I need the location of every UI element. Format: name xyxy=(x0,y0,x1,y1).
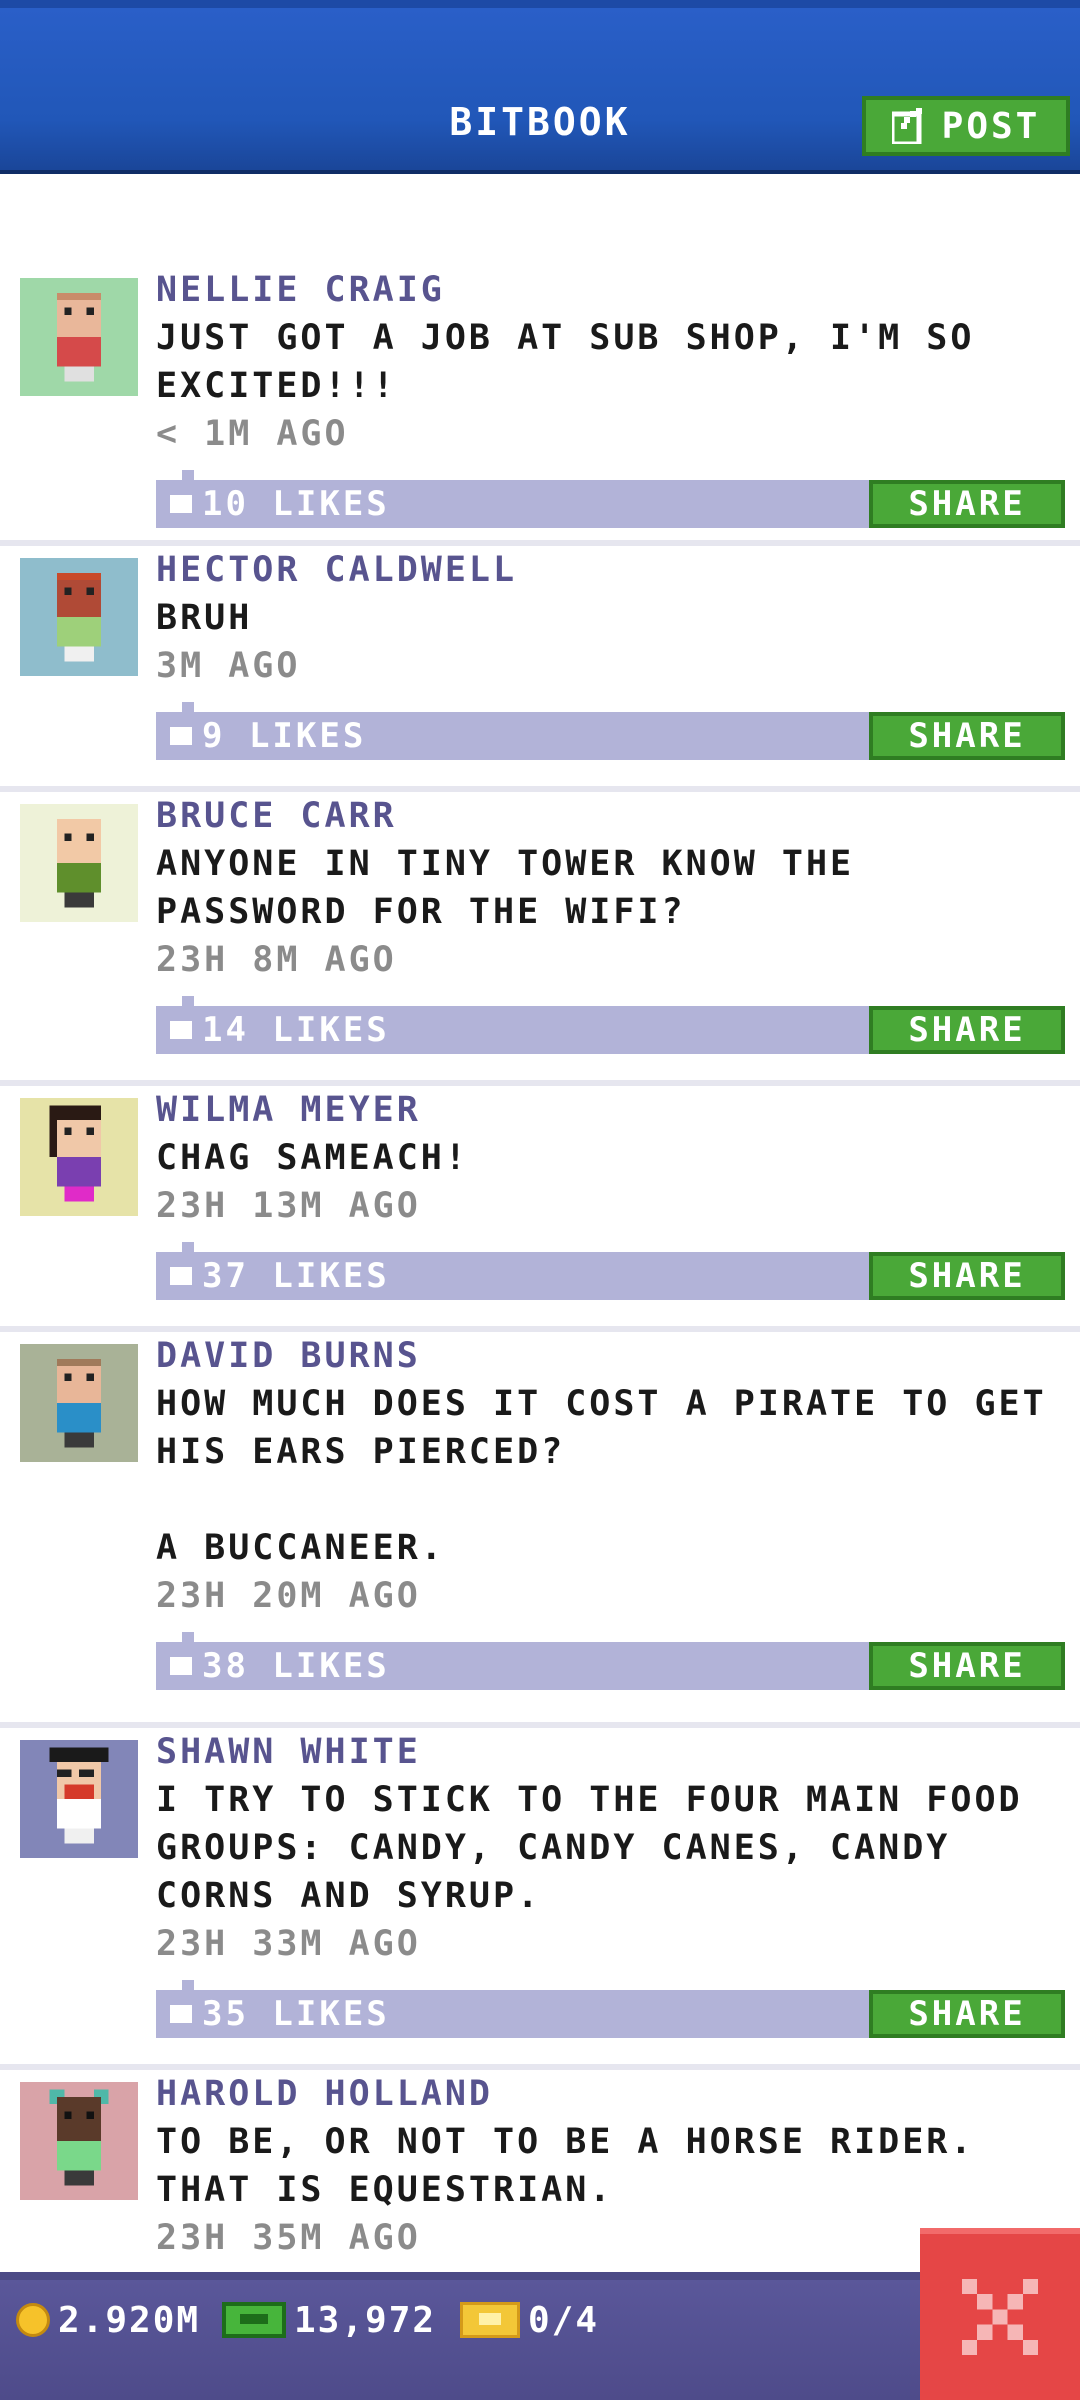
post-text: TO BE, OR NOT TO BE A HORSE RIDER. THAT … xyxy=(156,2122,999,2210)
likes-count: 38 LIKES xyxy=(202,1646,390,1686)
post-time: 23H 20M AGO xyxy=(156,1576,421,1616)
share-button[interactable]: SHARE xyxy=(869,1642,1065,1690)
post: HAROLD HOLLAND TO BE, OR NOT TO BE A HOR… xyxy=(0,2070,1080,2270)
close-icon xyxy=(962,2279,1038,2355)
post-text: JUST GOT A JOB AT SUB SHOP, I'M SO EXCIT… xyxy=(156,318,999,406)
post: DAVID BURNS HOW MUCH DOES IT COST A PIRA… xyxy=(0,1332,1080,1728)
likes-bar: 35 LIKES SHARE xyxy=(156,1980,1065,2038)
post-time: 3M AGO xyxy=(156,646,301,686)
post-text: CHAG SAMEACH! xyxy=(156,1138,469,1178)
coins-value: 2.920M xyxy=(58,2299,201,2341)
likes-count: 9 LIKES xyxy=(202,716,367,756)
thumbs-up-icon xyxy=(170,495,192,513)
post-text: I TRY TO STICK TO THE FOUR MAIN FOOD GRO… xyxy=(156,1780,1047,1916)
avatar[interactable] xyxy=(20,804,138,922)
post-author: HAROLD HOLLAND xyxy=(156,2074,494,2114)
likes-bar: 14 LIKES SHARE xyxy=(156,996,1065,1054)
likes-bar: 10 LIKES SHARE xyxy=(156,470,1065,528)
thumbs-up-icon xyxy=(170,1267,192,1285)
bux-icon xyxy=(222,2302,286,2338)
thumbs-up-icon xyxy=(170,1021,192,1039)
post: BRUCE CARR ANYONE IN TINY TOWER KNOW THE… xyxy=(0,792,1080,1086)
post-author: WILMA MEYER xyxy=(156,1090,421,1130)
likes-bar: 38 LIKES SHARE xyxy=(156,1632,1065,1690)
tickets-stat: 0/4 xyxy=(460,2292,599,2348)
post-author: NELLIE CRAIG xyxy=(156,270,445,310)
likes-count: 37 LIKES xyxy=(202,1256,390,1296)
post-button[interactable]: POST xyxy=(862,96,1070,156)
post-time: 23H 33M AGO xyxy=(156,1924,421,1964)
thumbs-up-icon xyxy=(170,1657,192,1675)
coins-stat: 2.920M xyxy=(16,2292,200,2348)
bux-stat: 13,972 xyxy=(222,2292,436,2348)
post: HECTOR CALDWELL BRUH 3M AGO 9 LIKES SHAR… xyxy=(0,546,1080,792)
post-author: BRUCE CARR xyxy=(156,796,397,836)
share-button[interactable]: SHARE xyxy=(869,480,1065,528)
avatar[interactable] xyxy=(20,2082,138,2200)
thumbs-up-icon xyxy=(170,727,192,745)
avatar[interactable] xyxy=(20,1344,138,1462)
share-button[interactable]: SHARE xyxy=(869,1006,1065,1054)
post: SHAWN WHITE I TRY TO STICK TO THE FOUR M… xyxy=(0,1728,1080,2070)
edit-icon xyxy=(891,108,922,144)
post-button-label: POST xyxy=(941,105,1041,147)
app-header: BITBOOK POST xyxy=(0,0,1080,174)
post-author: DAVID BURNS xyxy=(156,1336,421,1376)
ticket-icon xyxy=(460,2302,520,2338)
likes-count: 10 LIKES xyxy=(202,484,390,524)
post-text: ANYONE IN TINY TOWER KNOW THE PASSWORD F… xyxy=(156,844,879,932)
avatar[interactable] xyxy=(20,558,138,676)
post-time: 23H 13M AGO xyxy=(156,1186,421,1226)
avatar[interactable] xyxy=(20,1740,138,1858)
likes-bar: 37 LIKES SHARE xyxy=(156,1242,1065,1300)
likes-count: 14 LIKES xyxy=(202,1010,390,1050)
bux-value: 13,972 xyxy=(294,2299,437,2341)
post: WILMA MEYER CHAG SAMEACH! 23H 13M AGO 37… xyxy=(0,1086,1080,1332)
thumbs-up-icon xyxy=(170,2005,192,2023)
share-button[interactable]: SHARE xyxy=(869,1990,1065,2038)
post-feed[interactable]: NELLIE CRAIG JUST GOT A JOB AT SUB SHOP,… xyxy=(0,266,1080,2270)
post: NELLIE CRAIG JUST GOT A JOB AT SUB SHOP,… xyxy=(0,266,1080,546)
likes-bar: 9 LIKES SHARE xyxy=(156,702,1065,760)
currency-bar: 2.920M 13,972 0/4 xyxy=(0,2272,1080,2400)
coin-icon xyxy=(16,2303,50,2337)
post-author: SHAWN WHITE xyxy=(156,1732,421,1772)
likes-count: 35 LIKES xyxy=(202,1994,390,2034)
share-button[interactable]: SHARE xyxy=(869,712,1065,760)
share-button[interactable]: SHARE xyxy=(869,1252,1065,1300)
avatar[interactable] xyxy=(20,1098,138,1216)
avatar[interactable] xyxy=(20,278,138,396)
post-text: BRUH xyxy=(156,598,253,638)
tickets-value: 0/4 xyxy=(528,2299,600,2341)
close-button[interactable] xyxy=(920,2228,1080,2400)
post-time: < 1M AGO xyxy=(156,414,349,454)
post-time: 23H 8M AGO xyxy=(156,940,397,980)
post-text: HOW MUCH DOES IT COST A PIRATE TO GET HI… xyxy=(156,1384,1047,1568)
post-author: HECTOR CALDWELL xyxy=(156,550,518,590)
